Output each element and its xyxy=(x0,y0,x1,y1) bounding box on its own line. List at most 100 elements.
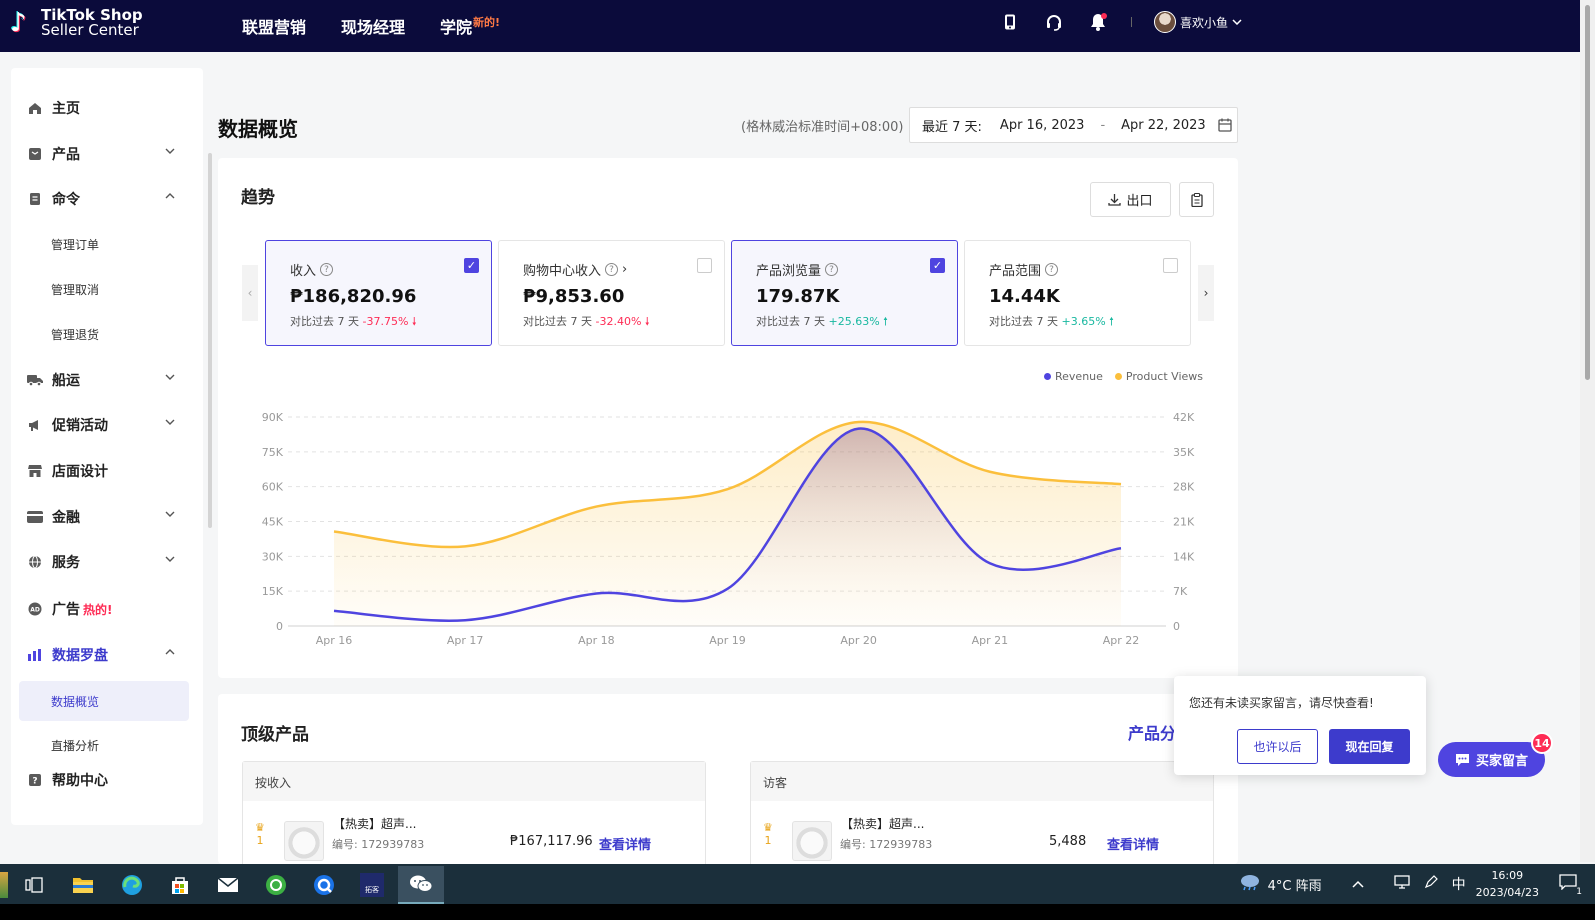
y-left-tick-label: 45K xyxy=(262,516,284,529)
sidebar-item-ads[interactable]: AD 广告 热的! xyxy=(11,589,203,629)
wechat-icon[interactable] xyxy=(398,866,444,904)
product-analysis-link[interactable]: 产品分 xyxy=(1128,720,1176,744)
order-icon xyxy=(27,192,43,206)
y-left-tick-label: 0 xyxy=(276,620,283,633)
trend-title: 趋势 xyxy=(241,188,275,208)
user-name: 喜欢小鱼 xyxy=(1179,15,1228,30)
sidebar-item-live-analysis[interactable]: 直播分析 xyxy=(19,725,189,765)
metric-checkbox[interactable] xyxy=(1163,258,1178,273)
y-right-tick-label: 42K xyxy=(1173,411,1195,424)
notifications-icon[interactable]: 1 xyxy=(1559,874,1582,897)
metric-checkbox[interactable]: ✓ xyxy=(930,258,945,273)
chevron-down-icon xyxy=(165,419,175,425)
sidebar-item-orders[interactable]: 命令 xyxy=(11,179,203,219)
buyer-messages-button[interactable]: 买家留言 14 xyxy=(1438,732,1553,777)
sidebar-item-shipping[interactable]: 船运 xyxy=(11,360,203,400)
pen-icon[interactable] xyxy=(1424,875,1438,893)
chevron-down-icon xyxy=(165,511,175,517)
network-icon[interactable] xyxy=(1393,875,1410,893)
user-menu[interactable]: 喜欢小鱼 xyxy=(1153,11,1242,33)
legend-item-revenue[interactable]: Revenue xyxy=(1044,370,1103,383)
end-date[interactable]: Apr 22, 2023 xyxy=(1121,118,1206,133)
help-circle-icon[interactable]: ? xyxy=(605,263,619,276)
product-name[interactable]: 【热卖】超声... xyxy=(333,815,416,832)
sidebar-item-products[interactable]: 产品 xyxy=(11,134,203,174)
chevron-right-icon[interactable]: › xyxy=(622,262,627,277)
help-circle-icon[interactable]: ? xyxy=(320,263,334,276)
reply-now-button[interactable]: 现在回复 xyxy=(1329,729,1410,764)
top-products-card: 顶级产品 产品分 按收入 ♛ 1 【热卖】超声... 编号: 172939783 … xyxy=(218,694,1238,864)
sidebar-item-manage-cancellations[interactable]: 管理取消 xyxy=(19,269,189,309)
date-separator: - xyxy=(1100,117,1106,133)
tuoke-app-icon[interactable]: 拓客 xyxy=(349,866,395,904)
nav-academy[interactable]: 学院新的! xyxy=(440,14,500,38)
sidebar-item-manage-orders[interactable]: 管理订单 xyxy=(19,224,189,264)
product-revenue: ₱167,117.96 xyxy=(510,834,593,849)
y-right-tick-label: 7K xyxy=(1173,585,1188,598)
scrollbar-thumb[interactable] xyxy=(1585,5,1590,380)
weather-icon[interactable] xyxy=(1238,872,1262,896)
x-tick-label: Apr 20 xyxy=(840,634,877,647)
page-title: 数据概览 xyxy=(218,117,298,141)
metric-checkbox[interactable] xyxy=(697,258,712,273)
start-date[interactable]: Apr 16, 2023 xyxy=(1000,118,1085,133)
product-id: 编号: 172939783 xyxy=(840,838,933,851)
headset-icon[interactable] xyxy=(1043,11,1065,33)
mobile-icon[interactable] xyxy=(999,11,1021,33)
product-name[interactable]: 【热卖】超声... xyxy=(841,815,924,832)
screen-bottom-edge xyxy=(0,904,1595,920)
sidebar-item-services[interactable]: 服务 xyxy=(11,542,203,582)
page-scrollbar[interactable] xyxy=(1580,0,1595,862)
chevron-up-icon[interactable] xyxy=(1352,877,1364,892)
chevron-right-icon: › xyxy=(1203,286,1209,300)
sidebar-item-finance[interactable]: 金融 xyxy=(11,497,203,537)
sidebar-item-data-compass[interactable]: 数据罗盘 xyxy=(11,635,203,675)
browser-q-icon[interactable] xyxy=(301,866,347,904)
metric-card-mall-revenue[interactable]: 购物中心收入? › ₱9,853.60 对比过去 7 天 -32.40% 🠗 xyxy=(498,240,725,346)
metric-card-revenue[interactable]: 收入? ₱186,820.96 对比过去 7 天 -37.75% 🠗 ✓ xyxy=(265,240,492,346)
top-products-title: 顶级产品 xyxy=(241,725,309,745)
product-visitors: 5,488 xyxy=(1049,834,1087,849)
nav-live-manager[interactable]: 现场经理 xyxy=(341,14,405,38)
clipboard-button[interactable] xyxy=(1179,182,1214,217)
help-circle-icon[interactable]: ? xyxy=(825,263,839,276)
sidebar-scrollbar[interactable] xyxy=(208,153,212,528)
nav-affiliate[interactable]: 联盟营销 xyxy=(242,14,306,38)
sidebar-item-store-design[interactable]: 店面设计 xyxy=(11,451,203,491)
help-circle-icon[interactable]: ? xyxy=(1045,263,1059,276)
task-view-icon[interactable] xyxy=(11,866,57,904)
green-app-icon[interactable] xyxy=(253,866,299,904)
bell-icon[interactable] xyxy=(1087,11,1109,33)
view-details-link[interactable]: 查看详情 xyxy=(1107,834,1159,853)
view-details-link[interactable]: 查看详情 xyxy=(599,834,651,853)
metric-checkbox[interactable]: ✓ xyxy=(464,258,479,273)
sidebar-item-manage-returns[interactable]: 管理退货 xyxy=(19,314,189,354)
sidebar-item-data-overview[interactable]: 数据概览 xyxy=(19,681,189,721)
sidebar-item-promotions[interactable]: 促销活动 xyxy=(11,405,203,445)
metric-card-product-reach[interactable]: 产品范围? 14.44K 对比过去 7 天 +3.65% 🠕 xyxy=(964,240,1191,346)
edge-browser-icon[interactable] xyxy=(109,866,155,904)
maybe-later-button[interactable]: 也许以后 xyxy=(1237,729,1318,764)
product-thumbnail[interactable] xyxy=(284,821,324,861)
metric-card-product-views[interactable]: 产品浏览量? 179.87K 对比过去 7 天 +25.63% 🠕 ✓ xyxy=(731,240,958,346)
svg-text:AD: AD xyxy=(30,607,40,614)
carousel-next-button[interactable]: › xyxy=(1198,265,1214,321)
mail-icon[interactable] xyxy=(205,866,251,904)
export-button[interactable]: 出口 xyxy=(1090,182,1171,217)
calendar-icon[interactable] xyxy=(1218,118,1232,132)
legend-item-product-views[interactable]: Product Views xyxy=(1114,370,1203,383)
metric-value: 14.44K xyxy=(989,286,1060,307)
weather-text[interactable]: 4°C 阵雨 xyxy=(1268,875,1322,894)
date-range-picker[interactable]: 最近 7 天: Apr 16, 2023 - Apr 22, 2023 xyxy=(909,107,1238,143)
carousel-prev-button[interactable]: ‹ xyxy=(242,265,258,321)
clock[interactable]: 16:09 2023/04/23 xyxy=(1476,867,1539,901)
sidebar-item-help-center[interactable]: ? 帮助中心 xyxy=(11,760,203,800)
y-left-tick-label: 30K xyxy=(262,550,284,563)
sidebar-item-home[interactable]: 主页 xyxy=(11,88,203,128)
input-method-indicator[interactable]: 中 xyxy=(1452,874,1466,894)
file-explorer-icon[interactable] xyxy=(60,866,106,904)
top-nav: 联盟营销 现场经理 学院新的! xyxy=(242,0,500,52)
microsoft-store-icon[interactable] xyxy=(157,866,203,904)
product-thumbnail[interactable] xyxy=(792,821,832,861)
tiktok-logo[interactable]: ♪ ♪ ♪ TikTok Shop Seller Center xyxy=(9,7,143,39)
